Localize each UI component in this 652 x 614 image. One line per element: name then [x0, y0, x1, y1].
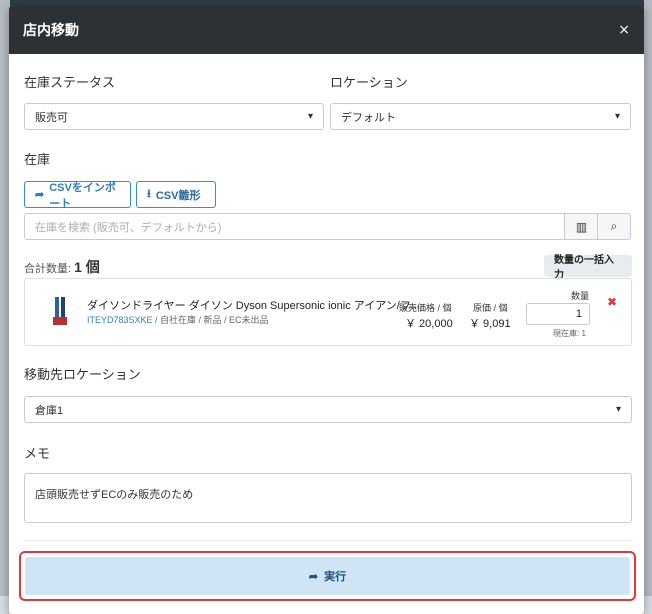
chevron-down-icon: ▾ [307, 111, 313, 122]
close-icon[interactable]: × [618, 22, 630, 38]
in-store-transfer-modal: 店内移動 × 在庫ステータス ロケーション 販売可 ▾ デフォルト ▾ 在庫 ➦… [9, 6, 644, 614]
item-code-link[interactable]: ITEYD783SXKE [87, 315, 153, 325]
barcode-icon: ▥ [575, 219, 587, 234]
execute-highlight: ➦ 実行 [19, 551, 636, 601]
share-arrow-icon: ➦ [308, 570, 319, 583]
inventory-search-input[interactable]: 在庫を検索 (販売可、デフォルトから) [24, 213, 565, 240]
bulk-quantity-button[interactable]: 数量の一括入力 [544, 255, 632, 281]
modal-header: 店内移動 × [9, 6, 644, 54]
dryer-product-image [53, 297, 67, 329]
search-icon: ⌕ [610, 219, 618, 233]
destination-location-select[interactable]: 倉庫1 ▾ [24, 396, 632, 423]
item-attributes: / 自社在庫 / 新品 / EC未出品 [155, 315, 269, 325]
location-value: デフォルト [341, 111, 396, 124]
inventory-item-row: ダイソンドライヤー ダイソン Dyson Supersonic ionic アイ… [24, 278, 632, 346]
cost-label: 原価 / 個 [473, 303, 508, 313]
remove-item-icon[interactable]: ✖ [607, 295, 617, 309]
search-button[interactable]: ⌕ [597, 213, 631, 240]
item-meta: ITEYD783SXKE / 自社在庫 / 新品 / EC未出品 [87, 313, 269, 326]
sale-price-value: ￥ 20,000 [405, 318, 453, 330]
sale-price-label: 販売価格 / 個 [399, 303, 452, 313]
item-title: ダイソンドライヤー ダイソン Dyson Supersonic ionic アイ… [87, 300, 421, 312]
location-select[interactable]: デフォルト ▾ [330, 103, 631, 130]
barcode-button[interactable]: ▥ [564, 213, 598, 240]
execute-label: 実行 [324, 571, 347, 583]
quantity-label: 数量 [571, 291, 590, 301]
inventory-label: 在庫 [24, 152, 51, 167]
share-arrow-icon: ➦ [35, 189, 45, 201]
cost-value: ￥ 9,091 [469, 318, 511, 330]
quantity-input[interactable] [526, 303, 590, 325]
chevron-down-icon: ▾ [614, 111, 620, 122]
destination-location-label: 移動先ロケーション [24, 367, 141, 382]
download-icon: ⭳ [147, 188, 151, 200]
destination-location-value: 倉庫1 [35, 404, 64, 417]
location-label: ロケーション [330, 75, 408, 90]
total-quantity-label: 合計数量: [24, 263, 72, 275]
footer-divider [24, 540, 632, 541]
stock-status-select[interactable]: 販売可 ▾ [24, 103, 324, 130]
current-stock: 現在庫: 1 [553, 329, 586, 338]
chevron-down-icon: ▾ [615, 404, 621, 415]
import-csv-label: CSVをインポート [49, 181, 116, 210]
execute-button[interactable]: ➦ 実行 [25, 557, 630, 595]
total-quantity: 合計数量: 1 個 [24, 257, 100, 277]
import-csv-button[interactable]: ➦ CSVをインポート [24, 181, 131, 210]
background-right [644, 0, 652, 614]
memo-textarea[interactable]: 店頭販売せずECのみ販売のため [24, 473, 632, 523]
stock-status-value: 販売可 [35, 111, 68, 124]
csv-template-button[interactable]: ⭳ CSV雛形 [136, 181, 216, 208]
search-placeholder: 在庫を検索 (販売可、デフォルトから) [35, 221, 222, 234]
csv-template-label: CSV雛形 [155, 189, 201, 202]
stock-status-label: 在庫ステータス [24, 75, 116, 90]
modal-title: 店内移動 [23, 22, 79, 38]
memo-label: メモ [24, 446, 51, 461]
total-quantity-value: 1 個 [74, 259, 100, 275]
